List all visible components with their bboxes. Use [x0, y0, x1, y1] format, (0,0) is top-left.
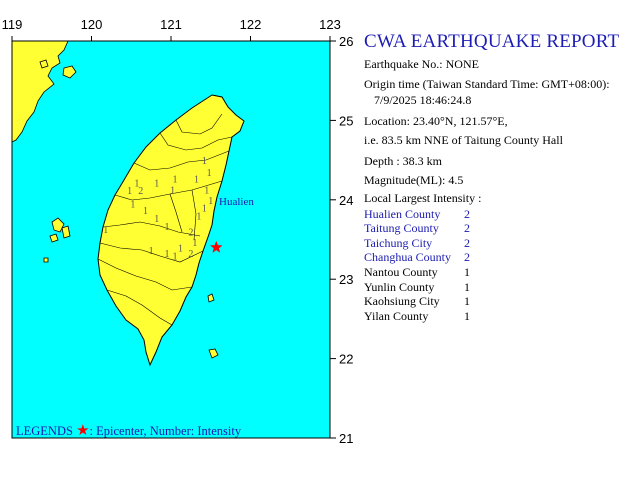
station-intensity: 1: [143, 206, 148, 217]
intensity-row: Hualien County 2: [364, 207, 514, 221]
station-intensity: 1: [103, 225, 108, 236]
lon-tick-label: 122: [240, 17, 262, 32]
location: Location: 23.40°N, 121.57°E,: [364, 114, 508, 128]
county-name: Nantou County: [364, 265, 438, 279]
station-intensity: 1: [172, 174, 177, 185]
intensity-value: 2: [464, 250, 470, 264]
county-name: Yunlin County: [364, 280, 435, 294]
station-intensity: 2: [138, 186, 143, 197]
station-intensity: 2: [188, 249, 193, 260]
intensity-row: Taitung County 2: [364, 221, 514, 235]
station-intensity: 1: [154, 178, 159, 189]
report-title: CWA EARTHQUAKE REPORT: [364, 31, 620, 52]
station-intensity: 1: [194, 174, 199, 185]
county-name: Yilan County: [364, 309, 429, 323]
intensity-row: Kaohsiung City 1: [364, 294, 514, 308]
magnitude: Magnitude(ML): 4.5: [364, 173, 464, 187]
station-intensity: 1: [202, 204, 207, 215]
lat-tick-label: 22: [339, 352, 353, 367]
star-icon: ★: [76, 423, 90, 439]
intensity-row: Nantou County 1: [364, 265, 514, 279]
intensity-heading: Local Largest Intensity :: [364, 191, 482, 205]
station-intensity: 1: [165, 249, 170, 260]
origin-time: 7/9/2025 18:46:24.8: [374, 93, 472, 107]
intensity-value: 1: [464, 294, 470, 308]
station-intensity: 1: [172, 251, 177, 262]
intensity-value: 1: [464, 265, 470, 279]
county-name: Kaohsiung City: [364, 294, 440, 308]
station-intensity: 1: [170, 185, 175, 196]
lon-tick-label: 123: [319, 17, 341, 32]
earthquake-number: Earthquake No.: NONE: [364, 57, 479, 71]
station-intensity: 1: [130, 200, 135, 211]
intensity-row: Changhua County 2: [364, 250, 514, 264]
latitude-axis: 26 25 24 23 22 21: [330, 34, 353, 446]
longitude-axis: 119 120 121 122 123: [2, 17, 341, 41]
county-name: Hualien County: [364, 207, 441, 221]
earthquake-map: 119 120 121 122 123 262524232221 11111112121…: [2, 17, 354, 446]
island: [39, 59, 49, 69]
lat-tick-label: 21: [339, 431, 353, 446]
intensity-value: 2: [464, 207, 470, 221]
station-intensity: 1: [192, 238, 197, 249]
lat-tick-label: 23: [339, 272, 353, 287]
station-intensity: 1: [208, 196, 213, 207]
station-intensity: 1: [196, 212, 201, 223]
county-name: Taichung City: [364, 236, 433, 250]
station-intensity: 1: [202, 156, 207, 167]
intensity-row: Taichung City 2: [364, 236, 514, 250]
lat-tick-label: 25: [339, 113, 353, 128]
legend-prefix: LEGENDS: [16, 424, 73, 438]
relative-location: i.e. 83.5 km NNE of Taitung County Hall: [364, 133, 563, 147]
station-intensity: 1: [154, 214, 159, 225]
intensity-row: Yilan County 1: [364, 309, 514, 323]
lat-tick-label: 24: [339, 193, 353, 208]
intensity-value: 1: [464, 280, 470, 294]
intensity-value: 2: [464, 236, 470, 250]
lon-tick-label: 119: [2, 17, 23, 32]
county-name: Taitung County: [364, 221, 439, 235]
intensity-value: 2: [464, 221, 470, 235]
station-intensity: 1: [149, 246, 154, 257]
lat-tick-label: 26: [339, 34, 353, 49]
intensity-value: 1: [464, 309, 470, 323]
depth: Depth : 38.3 km: [364, 154, 442, 168]
origin-label: Origin time (Taiwan Standard Time: GMT+0…: [364, 77, 610, 91]
lon-tick-label: 121: [160, 17, 182, 32]
station-intensity: 1: [127, 186, 132, 197]
county-name: Changhua County: [364, 250, 451, 264]
intensity-row: Yunlin County 1: [364, 280, 514, 294]
station-intensity: 1: [178, 243, 183, 254]
lon-tick-label: 120: [81, 17, 103, 32]
station-intensity: 1: [207, 168, 212, 179]
city-label: Hualien: [219, 196, 254, 208]
station-intensity: 1: [165, 222, 170, 233]
legend-text: : Epicenter, Number: Intensity: [89, 424, 242, 438]
legend: LEGENDS ★: Epicenter, Number: Intensity: [16, 421, 241, 440]
